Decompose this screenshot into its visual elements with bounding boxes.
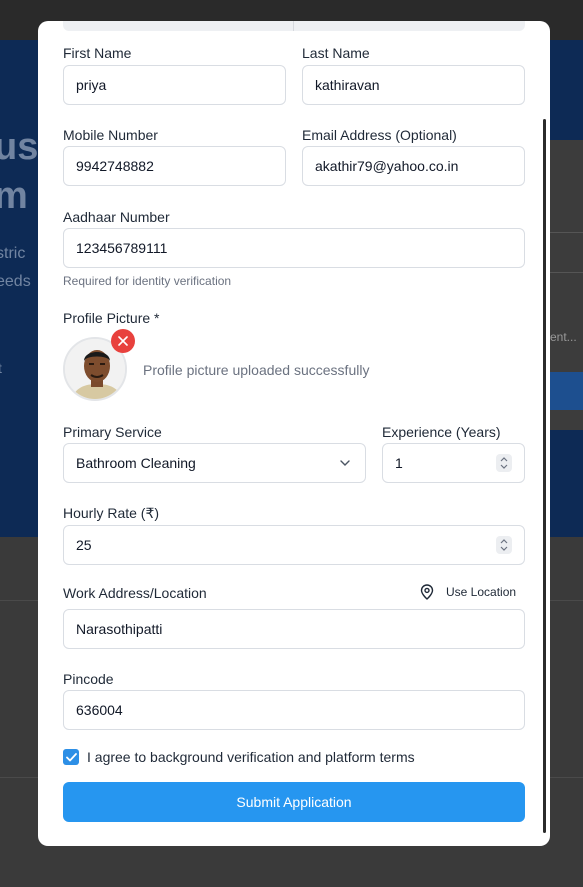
hourly-rate-input[interactable]: 25 <box>63 525 525 565</box>
chevron-down-icon <box>500 546 508 551</box>
work-address-input[interactable]: Narasothipatti <box>63 609 525 649</box>
chevron-up-icon <box>500 539 508 544</box>
primary-service-value: Bathroom Cleaning <box>76 455 196 471</box>
previous-fields-divider <box>293 21 294 31</box>
previous-fields-edge <box>63 21 525 31</box>
primary-service-select[interactable]: Bathroom Cleaning <box>63 443 366 483</box>
experience-value: 1 <box>395 455 403 471</box>
work-address-label: Work Address/Location <box>63 585 207 601</box>
close-icon <box>118 336 128 346</box>
background-hero-title-1: us <box>0 126 39 168</box>
hourly-rate-label: Hourly Rate (₹) <box>63 505 160 521</box>
remove-picture-button[interactable] <box>111 329 135 353</box>
checkmark-icon <box>65 752 77 761</box>
chevron-down-icon <box>500 464 508 469</box>
pincode-input[interactable]: 636004 <box>63 690 525 730</box>
aadhaar-input[interactable]: 123456789111 <box>63 228 525 268</box>
use-location-button[interactable]: Use Location <box>420 584 516 600</box>
upload-status-text: Profile picture uploaded successfully <box>143 362 370 378</box>
mobile-number-input[interactable]: 9942748882 <box>63 146 286 186</box>
mobile-number-label: Mobile Number <box>63 127 158 143</box>
last-name-label: Last Name <box>302 45 370 61</box>
background-card-button <box>548 372 583 410</box>
agreement-checkbox[interactable] <box>63 749 79 765</box>
first-name-label: First Name <box>63 45 132 61</box>
pincode-label: Pincode <box>63 671 114 687</box>
submit-application-button[interactable]: Submit Application <box>63 782 525 822</box>
email-input[interactable]: akathir79@yahoo.co.in <box>302 146 525 186</box>
first-name-input[interactable]: priya <box>63 65 286 105</box>
hourly-rate-value: 25 <box>76 537 92 553</box>
experience-label: Experience (Years) <box>382 424 501 440</box>
last-name-input[interactable]: kathiravan <box>302 65 525 105</box>
hourly-rate-stepper[interactable] <box>496 536 512 554</box>
chevron-up-icon <box>500 457 508 462</box>
aadhaar-label: Aadhaar Number <box>63 209 170 225</box>
chevron-down-icon <box>340 460 350 466</box>
modal-scrollbar[interactable] <box>543 119 546 833</box>
background-card-divider <box>548 272 583 273</box>
background-card: ent... <box>548 140 583 430</box>
use-location-label: Use Location <box>446 585 517 599</box>
background-hero-sub-3: t <box>0 360 2 376</box>
profile-picture-label: Profile Picture * <box>63 310 160 326</box>
background-hero-sub-1: stric <box>0 245 26 262</box>
background-card-divider <box>548 232 583 233</box>
application-modal: First Name priya Last Name kathiravan Mo… <box>38 21 550 846</box>
aadhaar-hint: Required for identity verification <box>63 274 232 288</box>
background-hero-title-2: m <box>0 175 28 217</box>
background-card-text: ent... <box>550 330 577 344</box>
email-label: Email Address (Optional) <box>302 127 457 143</box>
agreement-label: I agree to background verification and p… <box>87 749 415 765</box>
map-pin-icon <box>420 584 434 600</box>
primary-service-label: Primary Service <box>63 424 162 440</box>
experience-input[interactable]: 1 <box>382 443 525 483</box>
background-hero-sub-2: eeds <box>0 273 31 290</box>
experience-stepper[interactable] <box>496 454 512 472</box>
